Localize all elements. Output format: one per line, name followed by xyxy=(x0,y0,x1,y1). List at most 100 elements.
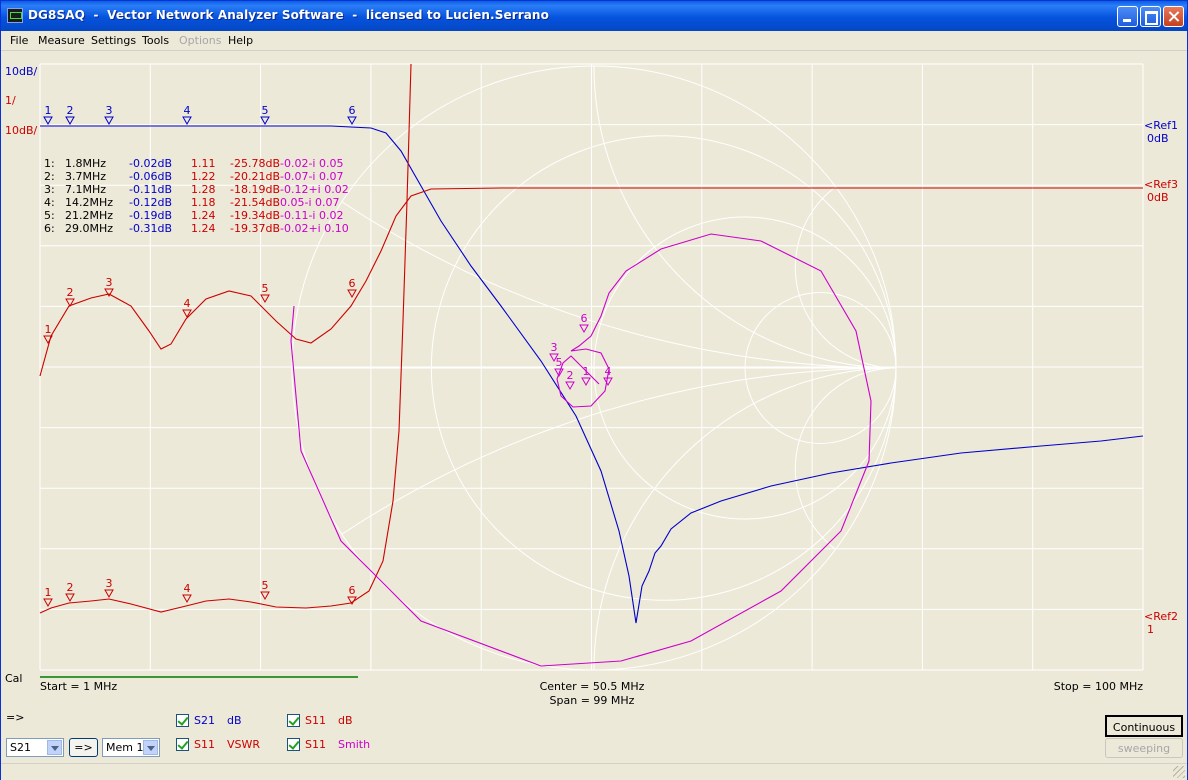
menu-file[interactable]: File xyxy=(10,34,28,47)
app-icon xyxy=(7,8,23,23)
marker-table: 1: 1.8MHz -0.02dB 1.11 -25.78dB -0.02-i … xyxy=(44,157,349,235)
trace-format-db: dB xyxy=(338,714,353,727)
memory-select-value: Mem 1 xyxy=(106,741,144,754)
resize-grip[interactable] xyxy=(1173,766,1185,778)
center-frequency: Center = 50.5 MHz xyxy=(540,680,645,693)
copy-to-memory-button[interactable]: => xyxy=(69,738,98,757)
marker-impedance: 0.05-i 0.07 xyxy=(280,196,340,209)
marker-impedance: -0.07-i 0.07 xyxy=(280,170,343,183)
s11-scale-label: 10dB/ xyxy=(5,124,38,137)
trace-checkbox-s11-smith[interactable] xyxy=(287,738,300,751)
trace-param-s11: S11 xyxy=(305,714,326,727)
minimize-button[interactable] xyxy=(1117,6,1138,27)
window-title: DG8SAQ - Vector Network Analyzer Softwar… xyxy=(28,8,549,22)
marker-freq: 14.2MHz xyxy=(65,196,113,209)
marker-triangle xyxy=(260,116,270,126)
marker-id: 2: xyxy=(44,170,55,183)
marker-row: 6: 29.0MHz -0.31dB 1.24 -19.37dB -0.02+i… xyxy=(44,222,349,235)
marker-triangle xyxy=(260,591,270,601)
trace-checkbox-s11-db[interactable] xyxy=(287,714,300,727)
marker-s21: -0.12dB xyxy=(129,196,172,209)
measurement-plot[interactable]: 10dB/ 1/ 10dB/ <Ref1 0dB <Ref3 0dB <Ref2… xyxy=(1,53,1187,709)
menu-options[interactable]: Options xyxy=(179,34,221,47)
app-window: DG8SAQ - Vector Network Analyzer Softwar… xyxy=(0,0,1188,780)
marker-number: 3 xyxy=(106,577,113,590)
menu-help[interactable]: Help xyxy=(228,34,253,47)
marker-triangle xyxy=(347,116,357,126)
marker-triangle xyxy=(104,589,114,599)
marker-number: 4 xyxy=(184,582,191,595)
marker-triangle xyxy=(603,377,613,387)
close-button[interactable] xyxy=(1163,6,1184,27)
marker-s11: -18.19dB xyxy=(230,183,280,196)
marker-s11: -19.37dB xyxy=(230,222,280,235)
marker-vswr: 1.24 xyxy=(191,209,216,222)
marker-triangle xyxy=(182,594,192,604)
marker-number: 3 xyxy=(106,276,113,289)
marker-number: 2 xyxy=(67,104,74,117)
smith-reactance-arc xyxy=(341,367,890,535)
marker-id: 4: xyxy=(44,196,55,209)
marker-number: 5 xyxy=(262,579,269,592)
marker-s21: -0.06dB xyxy=(129,170,172,183)
chevron-down-icon[interactable] xyxy=(47,740,62,755)
marker-freq: 21.2MHz xyxy=(65,209,113,222)
arrow-label: => xyxy=(6,711,25,724)
s11-vswr-trace xyxy=(39,63,412,614)
menu-bar: File Measure Settings Tools Options Help xyxy=(1,31,1187,51)
ref2-label: <Ref2 xyxy=(1144,610,1178,623)
chevron-down-icon[interactable] xyxy=(143,740,158,755)
trace-checkbox-s11-vswr[interactable] xyxy=(176,738,189,751)
marker-impedance: -0.02-i 0.05 xyxy=(280,157,343,170)
trace-checkbox-s21-db[interactable] xyxy=(176,714,189,727)
marker-number: 5 xyxy=(556,356,563,369)
ref1-label: <Ref1 xyxy=(1144,119,1178,132)
marker-triangle xyxy=(182,116,192,126)
title-bar[interactable]: DG8SAQ - Vector Network Analyzer Softwar… xyxy=(1,1,1187,31)
marker-triangle xyxy=(581,377,591,387)
marker-impedance: -0.12+i 0.02 xyxy=(280,183,349,196)
marker-impedance: -0.11-i 0.02 xyxy=(280,209,343,222)
menu-tools[interactable]: Tools xyxy=(142,34,169,47)
marker-number: 6 xyxy=(581,312,588,325)
marker-id: 3: xyxy=(44,183,55,196)
marker-number: 4 xyxy=(184,104,191,117)
ref3-value: 0dB xyxy=(1147,191,1169,204)
trace-param-s11: S11 xyxy=(194,738,215,751)
marker-s11: -19.34dB xyxy=(230,209,280,222)
maximize-button[interactable] xyxy=(1140,6,1161,27)
marker-number: 2 xyxy=(67,286,74,299)
smith-reactance-arc xyxy=(794,367,890,550)
marker-s21: -0.02dB xyxy=(129,157,172,170)
sweeping-button[interactable]: sweeping xyxy=(1105,738,1183,758)
marker-s21: -0.19dB xyxy=(129,209,172,222)
trace-param-s11: S11 xyxy=(305,738,326,751)
marker-triangle xyxy=(347,289,357,299)
marker-triangle xyxy=(104,116,114,126)
marker-freq: 29.0MHz xyxy=(65,222,113,235)
marker-number: 1 xyxy=(583,365,590,378)
menu-measure[interactable]: Measure xyxy=(38,34,85,47)
marker-freq: 1.8MHz xyxy=(65,157,106,170)
marker-freq: 7.1MHz xyxy=(65,183,106,196)
vswr-scale-label: 1/ xyxy=(5,94,16,107)
marker-vswr: 1.24 xyxy=(191,222,216,235)
marker-row: 3: 7.1MHz -0.11dB 1.28 -18.19dB -0.12+i … xyxy=(44,183,349,196)
continuous-button[interactable]: Continuous xyxy=(1105,715,1183,737)
ref2-value: 1 xyxy=(1147,623,1154,636)
marker-number: 5 xyxy=(262,282,269,295)
parameter-select-value: S21 xyxy=(10,741,31,754)
marker-row: 4: 14.2MHz -0.12dB 1.18 -21.54dB 0.05-i … xyxy=(44,196,340,209)
marker-number: 2 xyxy=(67,581,74,594)
marker-number: 1 xyxy=(45,104,52,117)
marker-number: 3 xyxy=(551,341,558,354)
memory-select[interactable]: Mem 1 xyxy=(102,738,160,757)
parameter-select[interactable]: S21 xyxy=(6,738,64,757)
marker-s11: -21.54dB xyxy=(230,196,280,209)
s21-scale-label: 10dB/ xyxy=(5,65,38,78)
trace-param-s21: S21 xyxy=(194,714,215,727)
menu-settings[interactable]: Settings xyxy=(91,34,136,47)
marker-impedance: -0.02+i 0.10 xyxy=(280,222,349,235)
marker-number: 6 xyxy=(349,584,356,597)
marker-s21: -0.11dB xyxy=(129,183,172,196)
